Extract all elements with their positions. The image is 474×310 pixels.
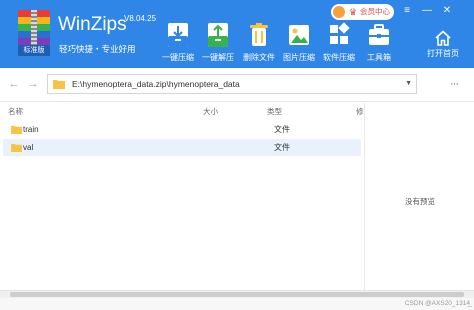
column-modified[interactable]: 修	[356, 103, 364, 121]
minimize-button[interactable]: —	[420, 4, 434, 18]
file-name: val	[23, 143, 34, 152]
open-home-button[interactable]: 打开首页	[420, 30, 466, 64]
app-name: WinZips	[58, 14, 127, 35]
more-options-icon[interactable]: ···	[447, 79, 461, 91]
tool-extract-button[interactable]: 一键解压	[198, 22, 238, 64]
open-home-label: 打开首页	[427, 49, 459, 58]
list-item[interactable]: train 文件	[3, 121, 361, 138]
toolbox-icon	[369, 24, 389, 45]
back-arrow-icon[interactable]: ←	[8, 77, 20, 91]
menu-icon[interactable]: ≡	[400, 4, 414, 18]
column-type[interactable]: 类型	[267, 103, 282, 121]
vip-center-button[interactable]: ♛ 会员中心	[331, 4, 394, 20]
tool-compress-button[interactable]: 一键压缩	[158, 22, 198, 64]
tool-toolbox-button[interactable]: 工具箱	[359, 22, 399, 64]
crown-icon: ♛	[349, 7, 358, 17]
delete-file-icon	[250, 23, 268, 46]
tool-software-compress-button[interactable]: 软件压缩	[319, 22, 359, 64]
preview-pane: 没有预览	[364, 103, 474, 290]
watermark-text: CSDN @AXS20_1314̲̲	[404, 300, 470, 307]
address-path: E:\hymenoptera_data.zip\hymenoptera_data	[72, 79, 240, 89]
no-preview-text: 没有预览	[405, 197, 435, 206]
vip-center-label: 会员中心	[360, 7, 390, 16]
address-row: ← → E:\hymenoptera_data.zip\hymenoptera_…	[0, 68, 474, 102]
top-header: 标准版 WinZips V8.04.25 轻巧快捷・专业好用 一键压缩 一键解压…	[0, 0, 474, 68]
file-list: 名称 大小 类型 修 train 文件 val 文件	[0, 103, 364, 290]
folder-icon	[11, 125, 22, 134]
edition-tag: 标准版	[18, 45, 50, 56]
folder-icon	[53, 80, 65, 89]
winzips-logo	[18, 10, 50, 46]
software-compress-icon	[330, 22, 350, 44]
list-item[interactable]: val 文件	[3, 139, 361, 156]
file-type: 文件	[274, 125, 290, 134]
compress-icon	[168, 23, 188, 47]
horizontal-scrollbar[interactable]	[0, 290, 474, 298]
folder-icon	[11, 143, 22, 152]
home-icon	[435, 30, 451, 46]
file-type: 文件	[274, 143, 290, 152]
avatar	[333, 6, 345, 18]
extract-icon	[208, 23, 228, 47]
list-header: 名称 大小 类型 修	[0, 103, 364, 121]
tool-image-compress-button[interactable]: 图片压缩	[279, 22, 319, 64]
forward-arrow-icon[interactable]: →	[27, 77, 39, 91]
tool-delete-file-button[interactable]: 删除文件	[239, 22, 279, 64]
status-bar: CSDN @AXS20_1314̲̲	[0, 298, 474, 310]
app-version: V8.04.25	[124, 14, 157, 23]
column-size[interactable]: 大小	[203, 103, 218, 121]
app-slogan: 轻巧快捷・专业好用	[59, 44, 136, 54]
address-bar[interactable]: E:\hymenoptera_data.zip\hymenoptera_data…	[47, 74, 417, 94]
image-compress-icon	[289, 25, 309, 45]
tool-label: 工具箱	[367, 53, 391, 62]
column-name[interactable]: 名称	[8, 103, 23, 121]
close-button[interactable]: ✕	[440, 4, 454, 18]
chevron-down-icon[interactable]: ▼	[405, 75, 412, 93]
scrollbar-thumb[interactable]	[10, 292, 464, 297]
file-name: train	[23, 125, 39, 134]
